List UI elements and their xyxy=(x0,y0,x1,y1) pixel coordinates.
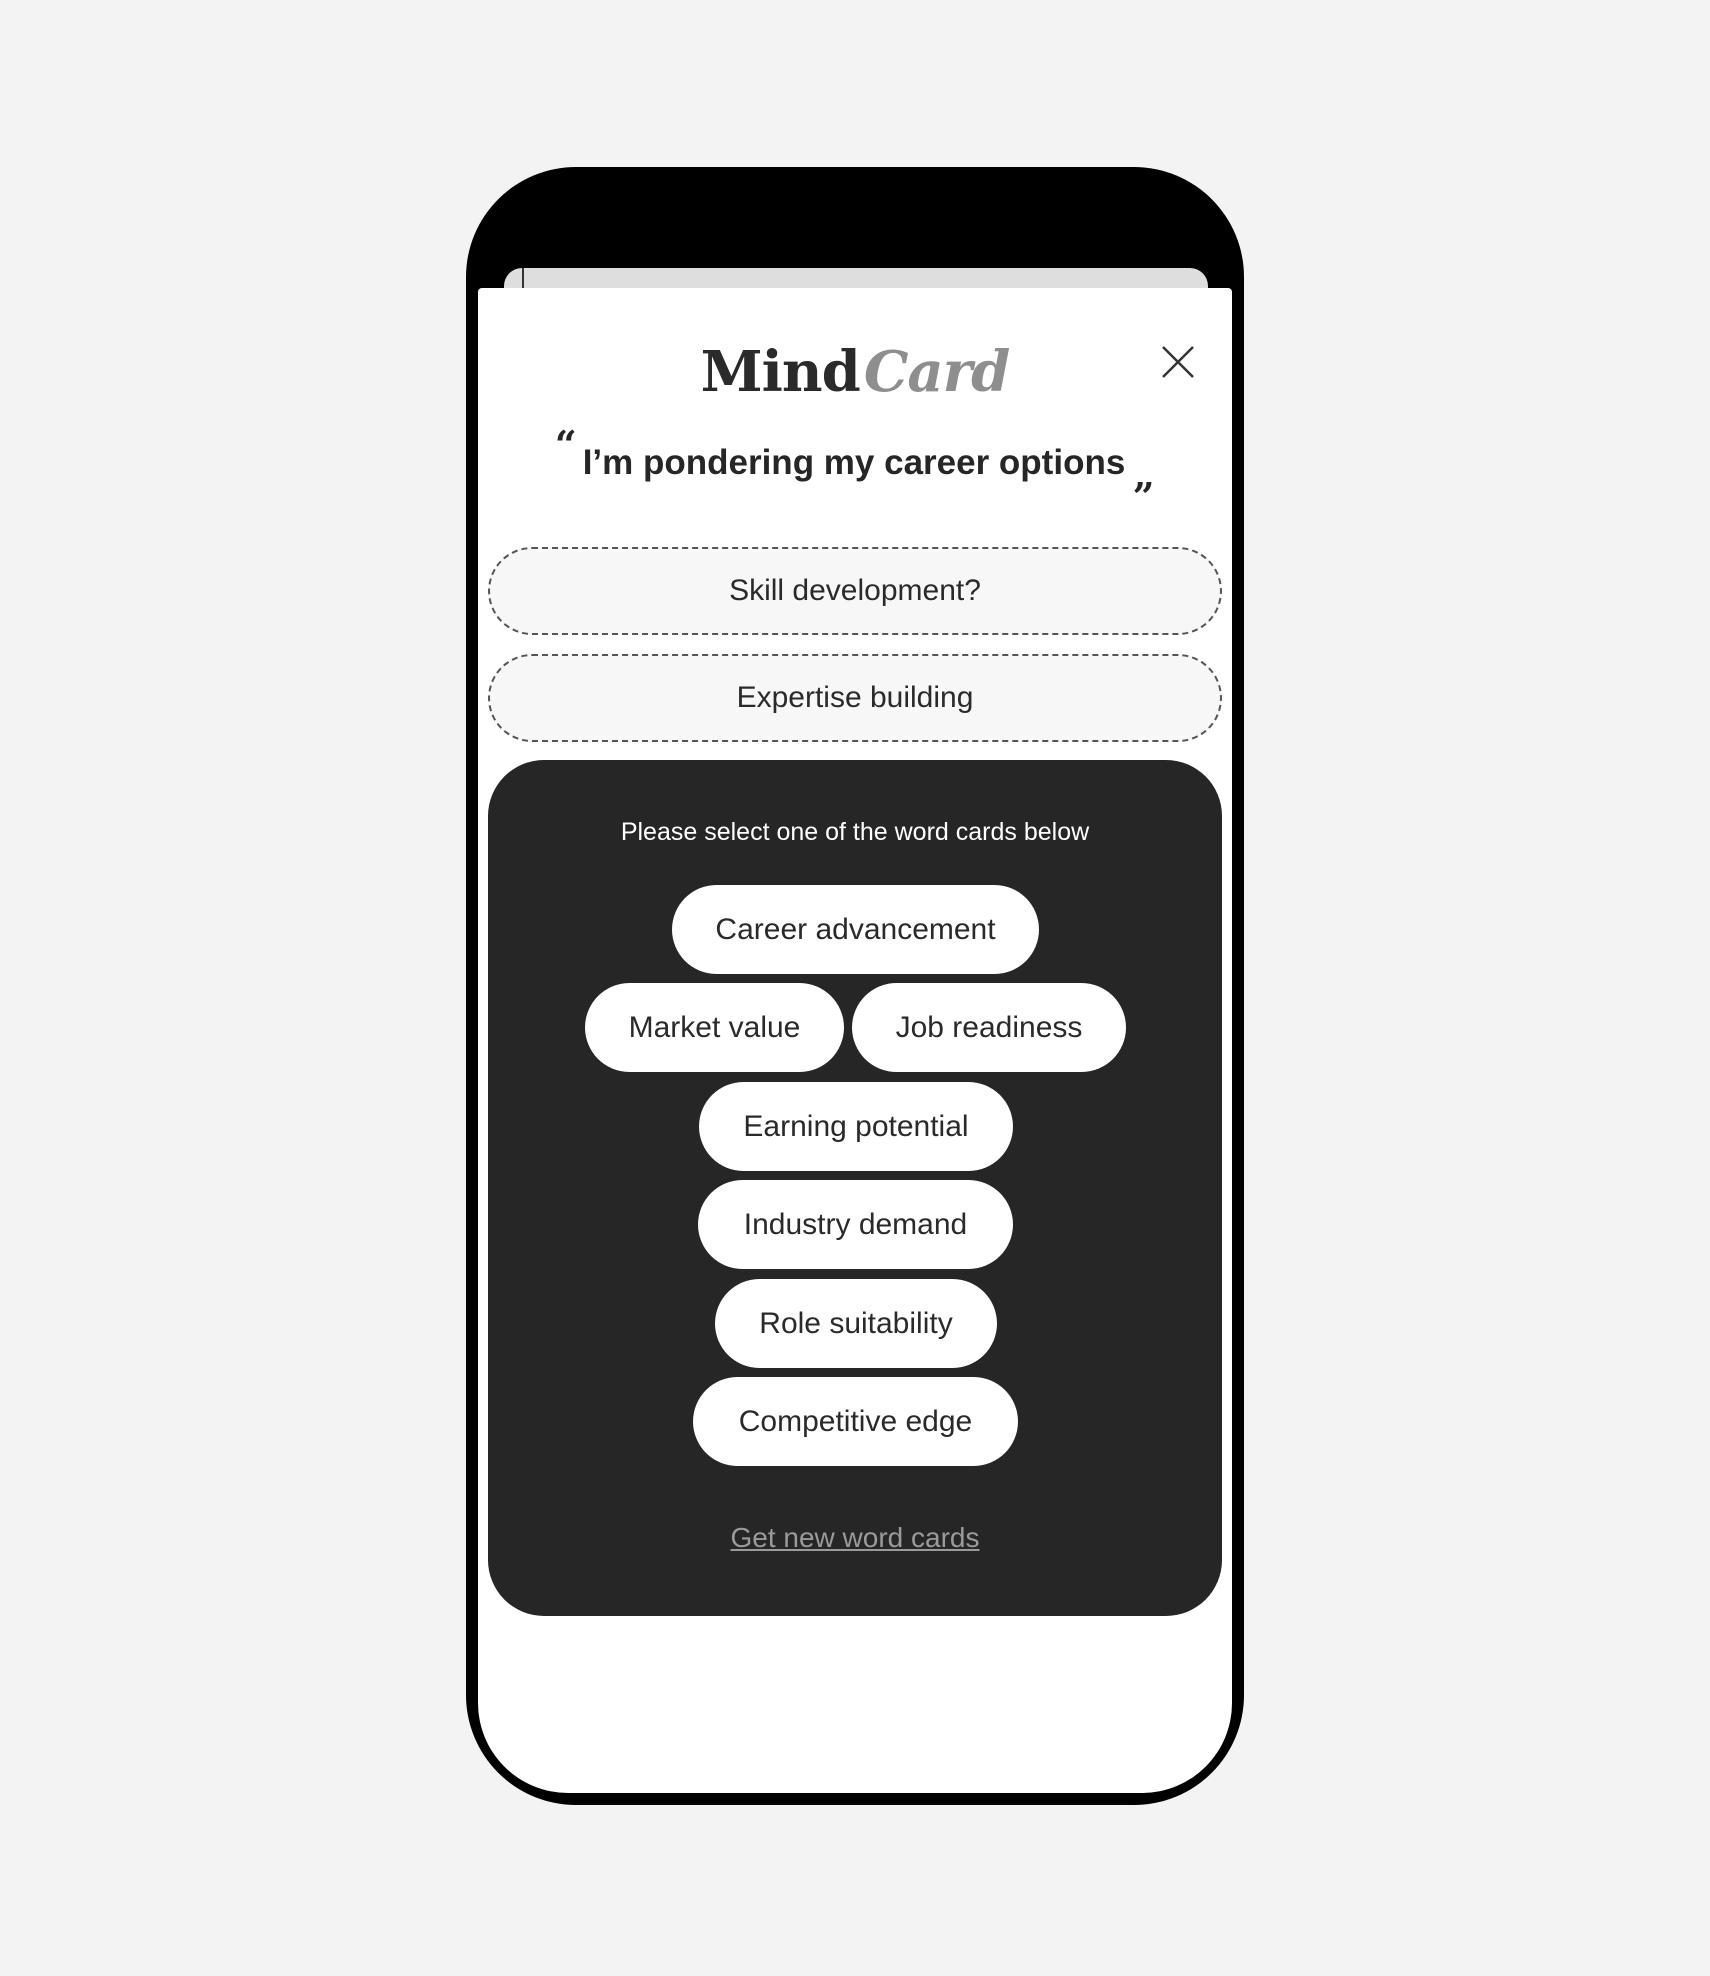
word-card-panel: Please select one of the word cards belo… xyxy=(488,760,1222,1616)
word-card-label: Job readiness xyxy=(895,1010,1083,1044)
prompt-quote: “I’m pondering my career options „ xyxy=(478,422,1232,497)
word-card[interactable]: Industry demand xyxy=(698,1180,1013,1269)
word-card[interactable]: Role suitability xyxy=(715,1279,997,1368)
get-new-word-cards-link[interactable]: Get new word cards xyxy=(731,1522,980,1553)
background-sheet-edge xyxy=(522,268,524,290)
open-quote-mark: “ xyxy=(554,422,577,467)
slot-label: Expertise building xyxy=(736,681,974,714)
logo-secondary-text: Card xyxy=(863,339,1011,405)
prompt-text: I’m pondering my career options xyxy=(582,443,1126,482)
close-quote-mark: „ xyxy=(1133,452,1156,497)
selected-word-slot[interactable]: Expertise building xyxy=(488,654,1222,742)
phone-frame: MindCard “I’m pondering my career option… xyxy=(466,167,1244,1805)
panel-instruction: Please select one of the word cards belo… xyxy=(620,818,1090,846)
close-icon xyxy=(1162,346,1194,378)
word-card[interactable]: Competitive edge xyxy=(693,1377,1018,1466)
word-card[interactable]: Market value xyxy=(585,983,844,1072)
app-logo: MindCard xyxy=(478,344,1232,400)
close-button[interactable] xyxy=(1160,344,1196,380)
logo-primary-text: Mind xyxy=(700,339,861,405)
word-card[interactable]: Job readiness xyxy=(852,983,1126,1072)
word-card[interactable]: Earning potential xyxy=(699,1082,1013,1171)
get-new-word-cards-link-row: Get new word cards xyxy=(488,1522,1222,1554)
word-card-label: Market value xyxy=(628,1010,801,1044)
word-card-label: Career advancement xyxy=(715,912,996,946)
word-card[interactable]: Career advancement xyxy=(672,885,1039,974)
word-card-label: Competitive edge xyxy=(738,1404,973,1438)
word-card-label: Earning potential xyxy=(743,1109,969,1143)
selected-word-slot[interactable]: Skill development? xyxy=(488,547,1222,635)
slot-label: Skill development? xyxy=(729,574,981,607)
modal-sheet: MindCard “I’m pondering my career option… xyxy=(478,288,1232,1793)
word-card-label: Industry demand xyxy=(743,1207,968,1241)
word-card-label: Role suitability xyxy=(759,1306,953,1340)
